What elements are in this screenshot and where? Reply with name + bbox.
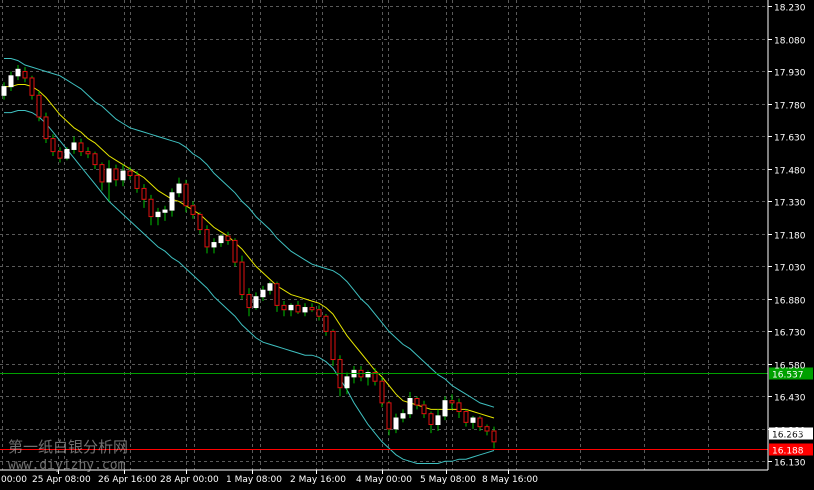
candle-body: [197, 213, 203, 231]
time-tick-label: 1 May 08:00: [226, 475, 282, 485]
price-tick-label: 17.780: [774, 102, 806, 112]
candle-body: [64, 148, 70, 159]
candle-body: [162, 209, 168, 213]
candle-body: [183, 183, 189, 207]
candle-body: [442, 400, 448, 417]
time-tick-label: 28 Apr 00:00: [160, 475, 219, 485]
candle-body: [449, 400, 455, 404]
candle-body: [484, 426, 490, 432]
candle-body: [428, 413, 434, 426]
time-tick-label: 26 Apr 16:00: [98, 475, 157, 485]
candle-body: [288, 304, 294, 311]
candlestick-chart: 16.53716.18816.263 18.23018.08017.93017.…: [0, 0, 814, 490]
candle-body: [260, 289, 266, 298]
candle-body: [295, 304, 301, 313]
candle-body: [302, 307, 308, 313]
candle-body: [204, 229, 210, 248]
candle-body: [155, 211, 161, 218]
time-tick-label: 5 May 08:00: [420, 475, 476, 485]
time-tick-label: 4 May 00:00: [356, 475, 412, 485]
candle-body: [344, 376, 350, 389]
time-tick-label: 8 May 16:00: [482, 475, 538, 485]
time-tick-label: 00:00: [1, 475, 27, 485]
candle-body: [414, 398, 420, 406]
candle-body: [15, 68, 21, 77]
candle-body: [141, 187, 147, 200]
price-tick-label: 16.580: [774, 362, 806, 372]
price-tick-label: 16.280: [774, 427, 806, 437]
candle-body: [253, 296, 259, 309]
price-tick-label: 16.430: [774, 394, 806, 404]
candle-body: [99, 164, 105, 183]
candle-body: [22, 70, 28, 79]
price-tick-label: 17.480: [774, 167, 806, 177]
candle-body: [421, 404, 427, 415]
candle-body: [393, 417, 399, 430]
price-tick-label: 18.080: [774, 37, 806, 47]
candle-body: [330, 330, 336, 361]
candle-body: [470, 417, 476, 423]
candle-body: [491, 430, 497, 443]
candle-body: [316, 309, 322, 317]
candle-body: [71, 142, 77, 150]
candle-body: [218, 235, 224, 244]
candle-body: [120, 170, 126, 181]
candle-body: [127, 170, 133, 176]
candle-body: [400, 413, 406, 419]
price-tick-label: 17.930: [774, 69, 806, 79]
candle-body: [323, 315, 329, 332]
candle-body: [1, 86, 7, 96]
candle-body: [379, 380, 385, 404]
level-label: 16.537: [772, 371, 804, 381]
watermark: 第一纸白银分析网 www.diyizhy.com: [8, 438, 128, 473]
candle-body: [274, 283, 280, 306]
watermark-url: www.diyizhy.com: [8, 458, 126, 473]
price-tick-label: 18.230: [774, 4, 806, 14]
candle-body: [57, 151, 63, 159]
candle-body: [78, 142, 84, 153]
candle-body: [176, 183, 182, 194]
candle-body: [456, 402, 462, 413]
chart-background: [0, 0, 814, 490]
candle-body: [407, 398, 413, 415]
price-tick-label: 17.030: [774, 264, 806, 274]
price-tick-label: 16.880: [774, 297, 806, 307]
price-tick-label: 17.630: [774, 134, 806, 144]
candle-body: [435, 415, 441, 426]
candle-body: [211, 242, 217, 248]
candle-body: [281, 304, 287, 311]
candle-body: [386, 402, 392, 430]
candle-body: [190, 205, 196, 215]
time-tick-label: 25 Apr 08:00: [32, 475, 91, 485]
candle-body: [169, 192, 175, 211]
candle-body: [232, 239, 238, 263]
price-tick-label: 17.180: [774, 232, 806, 242]
price-tick-label: 17.330: [774, 199, 806, 209]
candle-body: [85, 151, 91, 155]
candle-body: [106, 168, 112, 183]
price-tick-label: 16.730: [774, 329, 806, 339]
candle-body: [225, 235, 231, 241]
candle-body: [8, 75, 14, 88]
candle-body: [309, 307, 315, 311]
price-tick-label: 16.130: [774, 459, 806, 469]
candle-body: [477, 417, 483, 428]
time-tick-label: 2 May 16:00: [290, 475, 346, 485]
candle-body: [134, 174, 140, 189]
candle-body: [239, 261, 245, 296]
candle-body: [463, 411, 469, 423]
candle-body: [50, 138, 56, 153]
price-axis: 18.230 18.080 17.930 17.780 17.630 17.480 17.3…: [768, 4, 806, 469]
candle-body: [36, 94, 42, 118]
candle-body: [29, 77, 35, 96]
candle-body: [92, 153, 98, 166]
candle-body: [113, 168, 119, 181]
watermark-title: 第一纸白银分析网: [8, 438, 128, 456]
candle-body: [148, 198, 154, 218]
candle-body: [246, 294, 252, 309]
level-label: 16.188: [772, 447, 804, 457]
candle-body: [43, 116, 49, 140]
candle-body: [267, 283, 273, 291]
